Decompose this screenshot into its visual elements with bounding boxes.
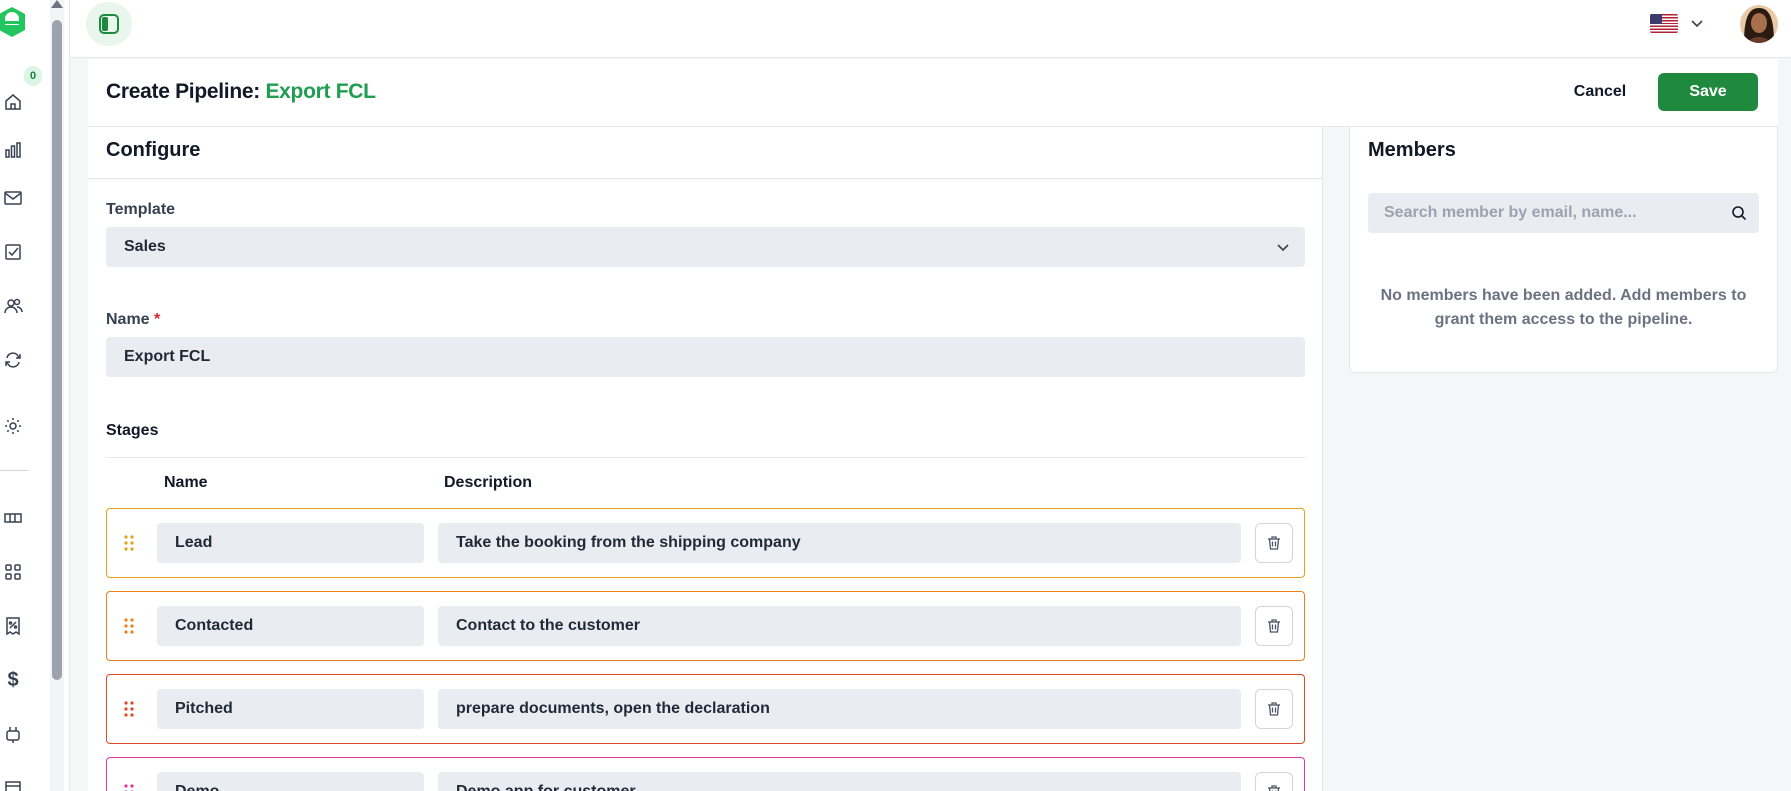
sidebar-panel-icon <box>99 14 119 34</box>
page-title: Create Pipeline: Export FCL <box>106 80 376 104</box>
stage-row[interactable]: Lead Take the booking from the shipping … <box>106 508 1305 578</box>
stage-row[interactable]: Demo Demo app for customer <box>106 757 1305 791</box>
stage-name-input[interactable]: Demo <box>157 772 424 791</box>
settings-icon[interactable] <box>0 414 26 438</box>
stage-description-input[interactable]: Take the booking from the shipping compa… <box>438 523 1241 563</box>
trash-icon <box>1268 536 1280 550</box>
mail-icon[interactable] <box>0 186 26 210</box>
us-flag-icon <box>1650 13 1678 33</box>
dollar-icon[interactable]: $ <box>0 668 26 692</box>
template-selected-value: Sales <box>124 238 166 255</box>
stage-description-input[interactable]: prepare documents, open the declaration <box>438 689 1241 729</box>
sidebar-toggle-button[interactable] <box>86 2 132 46</box>
delete-stage-button[interactable] <box>1255 523 1293 563</box>
name-label: Name * <box>106 311 160 329</box>
integrations-icon[interactable] <box>0 722 26 746</box>
stage-name-input[interactable]: Lead <box>157 523 424 563</box>
invoice-icon[interactable] <box>0 614 26 638</box>
member-search-box[interactable] <box>1368 193 1759 233</box>
pipeline-name-title: Export FCL <box>265 80 376 103</box>
members-empty-message: No members have been added. Add members … <box>1380 287 1747 328</box>
member-search-input[interactable] <box>1384 204 1724 222</box>
members-title: Members <box>1368 139 1456 161</box>
reports-icon[interactable] <box>0 138 26 162</box>
sync-icon[interactable] <box>0 348 26 372</box>
save-button[interactable]: Save <box>1658 73 1758 111</box>
drag-handle-icon[interactable] <box>123 534 135 552</box>
chevron-down-icon <box>1691 20 1703 28</box>
delete-stage-button[interactable] <box>1255 689 1293 729</box>
trash-icon <box>1268 702 1280 716</box>
drag-handle-icon[interactable] <box>123 783 135 791</box>
name-label-text: Name <box>106 311 150 328</box>
drag-handle-icon[interactable] <box>123 700 135 718</box>
app-logo-icon[interactable] <box>0 4 30 40</box>
pipeline-name-input[interactable]: Export FCL <box>106 337 1305 377</box>
template-select[interactable]: Sales <box>106 227 1305 267</box>
calendar-icon[interactable] <box>0 776 26 791</box>
configure-card: Configure Template Sales Name * Export F… <box>88 127 1323 791</box>
delete-stage-button[interactable] <box>1255 606 1293 646</box>
search-icon[interactable] <box>1731 205 1747 221</box>
stage-row[interactable]: Pitched prepare documents, open the decl… <box>106 674 1305 744</box>
page-title-prefix: Create Pipeline: <box>106 80 260 103</box>
configure-divider <box>88 178 1323 179</box>
drag-handle-icon[interactable] <box>123 617 135 635</box>
apps-grid-icon[interactable] <box>0 560 26 584</box>
stage-description-input[interactable]: Contact to the customer <box>438 606 1241 646</box>
trash-icon <box>1268 619 1280 633</box>
stage-description-input[interactable]: Demo app for customer <box>438 772 1241 791</box>
stage-row[interactable]: Contacted Contact to the customer <box>106 591 1305 661</box>
trash-icon <box>1268 785 1280 791</box>
rail-divider <box>0 470 28 471</box>
left-nav-rail: 0 $ <box>0 0 70 791</box>
stages-label: Stages <box>106 422 159 439</box>
language-selector[interactable] <box>1650 10 1704 36</box>
stage-name-column-header: Name <box>164 474 208 491</box>
stage-name-input[interactable]: Contacted <box>157 606 424 646</box>
tasks-icon[interactable] <box>0 240 26 264</box>
chevron-down-icon <box>1277 244 1289 252</box>
contacts-icon[interactable] <box>0 294 26 318</box>
stage-description-column-header: Description <box>444 474 533 491</box>
rail-scroll-thumb[interactable] <box>52 20 62 680</box>
required-asterisk: * <box>154 311 161 328</box>
delete-stage-button[interactable] <box>1255 772 1293 791</box>
cancel-button[interactable]: Cancel <box>1562 73 1638 111</box>
user-avatar[interactable] <box>1740 5 1778 43</box>
members-card: Members No members have been added. Add … <box>1349 127 1778 373</box>
template-label: Template <box>106 201 176 218</box>
deals-icon[interactable] <box>0 506 26 530</box>
stage-name-input[interactable]: Pitched <box>157 689 424 729</box>
home-icon[interactable] <box>0 90 26 114</box>
page-header: Create Pipeline: Export FCL Cancel Save <box>88 59 1778 127</box>
notification-badge: 0 <box>24 66 42 86</box>
configure-title: Configure <box>106 139 201 161</box>
stages-divider <box>106 457 1305 458</box>
scroll-up-arrow-icon[interactable] <box>51 0 63 8</box>
top-bar <box>70 0 1791 58</box>
